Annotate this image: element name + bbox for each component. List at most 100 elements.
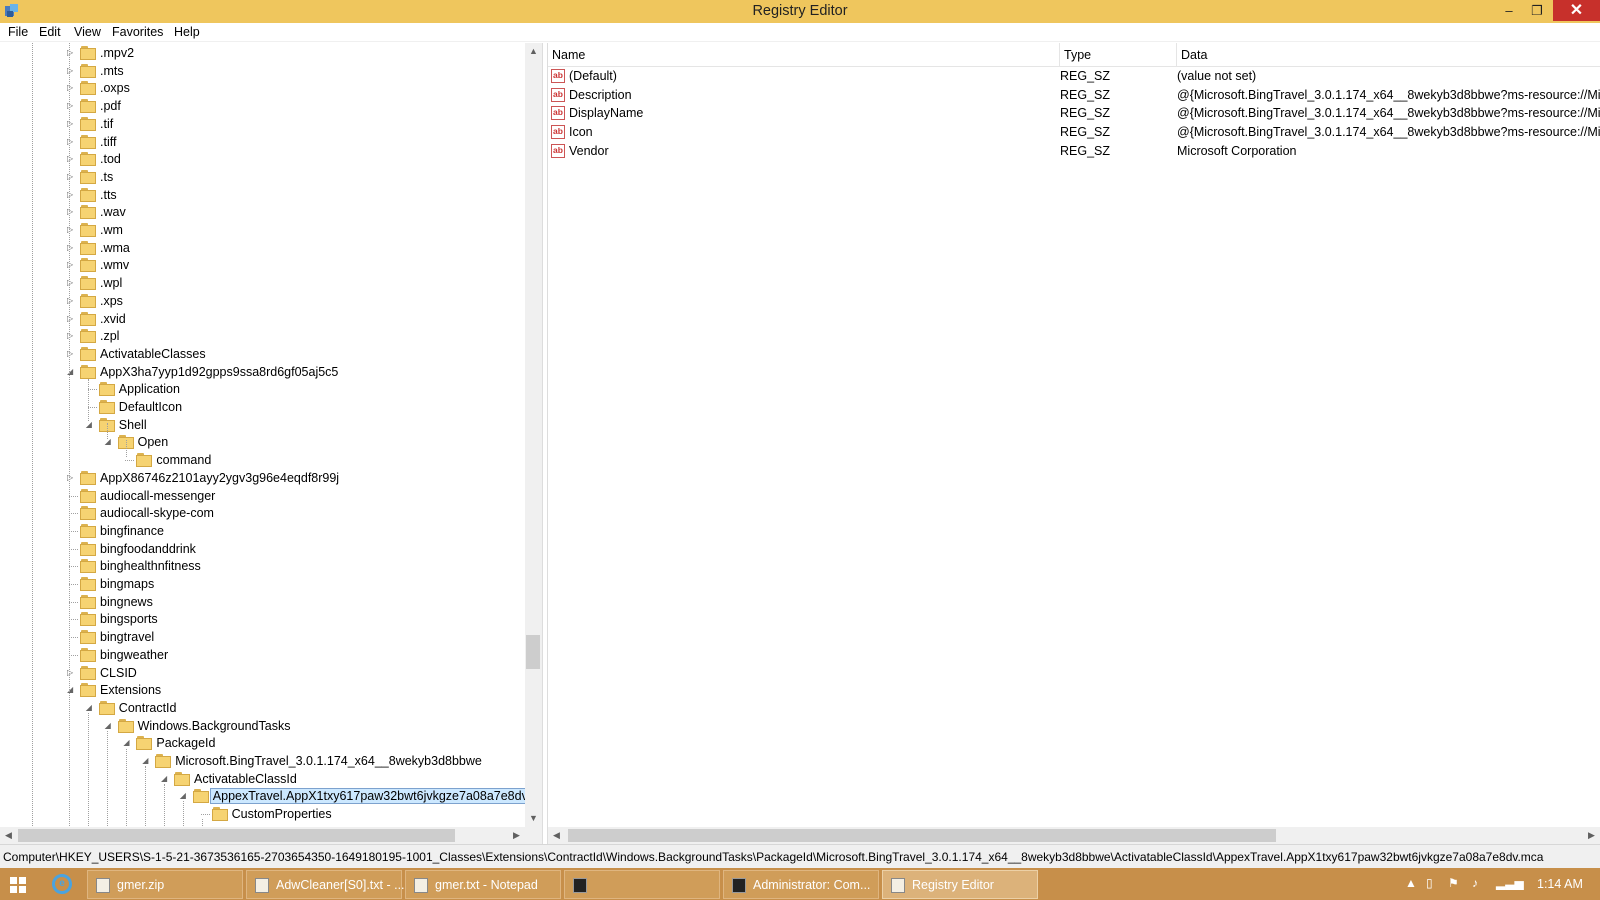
tree-node-label[interactable]: .oxps (98, 81, 132, 95)
taskbar-button[interactable]: Administrator: Com... (723, 870, 879, 899)
tree-node-label[interactable]: DefaultIcon (117, 400, 184, 414)
tree-node[interactable]: ▷ AppX86746z2101ayy2ygv3g96e4eqdf8r99j (0, 470, 525, 488)
tree-node[interactable]: CustomProperties (0, 806, 525, 824)
tree-node-label[interactable]: .mts (98, 64, 126, 78)
tree-node[interactable]: bingmaps (0, 576, 525, 594)
tree-node[interactable]: ◢ AppexTravel.AppX1txy617paw32bwt6jvkgze7… (0, 788, 542, 806)
tree-node[interactable]: ▷ ActivatableClasses (0, 346, 525, 364)
tree-node[interactable]: ▷ .tts (0, 187, 525, 205)
tree-node[interactable]: ▷ .wmv (0, 257, 525, 275)
tree-node[interactable]: ◢ ContractId (0, 700, 525, 718)
scroll-up-arrow-icon[interactable]: ▲ (525, 43, 542, 60)
collapse-arrow-icon[interactable]: ◢ (123, 739, 131, 747)
collapse-arrow-icon[interactable]: ◢ (105, 721, 113, 730)
taskbar-button[interactable]: gmer.zip (87, 870, 243, 899)
collapse-arrow-icon[interactable]: ◢ (180, 792, 188, 800)
tree-node[interactable]: audiocall-skype-com (0, 505, 525, 523)
tree-node-label[interactable]: CLSID (98, 666, 139, 680)
tree-node[interactable]: ▷ .mpv2 (0, 45, 525, 63)
tree-node[interactable]: audiocall-messenger (0, 488, 525, 506)
menu-view[interactable]: View (74, 25, 101, 39)
tree-node[interactable]: ▷ .mts (0, 63, 525, 81)
tree-node-label[interactable]: .tif (98, 117, 115, 131)
taskbar-button[interactable]: Registry Editor (882, 870, 1038, 899)
tree-node-label[interactable]: bingweather (98, 648, 170, 662)
tree-node[interactable]: ◢ Microsoft.BingTravel_3.0.1.174_x64__8we… (0, 753, 525, 771)
value-row[interactable]: ab DisplayName REG_SZ @{Microsoft.BingTrave… (548, 104, 1600, 123)
tree-vertical-scrollbar[interactable]: ▲ ▼ (525, 43, 542, 827)
tree-node-label[interactable]: ContractId (117, 701, 179, 715)
tree-node[interactable]: ◢ ActivatableClassId (0, 771, 525, 789)
tree-node-label[interactable]: .pdf (98, 99, 123, 113)
tree-node-label[interactable]: bingfinance (98, 524, 166, 538)
tree-node[interactable]: ◢ AppX3ha7yyp1d92gpps9ssa8rd6gf05aj5c5 (0, 364, 525, 382)
tree-node-label[interactable]: .zpl (98, 329, 121, 343)
tree-node[interactable]: DefaultIcon (0, 399, 525, 417)
tree-hscroll-thumb[interactable] (18, 829, 455, 842)
tree-vscroll-thumb[interactable] (526, 635, 540, 669)
tree-node-label[interactable]: .xvid (98, 312, 128, 326)
tree-node-label[interactable]: audiocall-skype-com (98, 506, 216, 520)
device-icon[interactable]: ▯ (1426, 876, 1433, 890)
column-type[interactable]: Type (1060, 43, 1177, 67)
tree-node[interactable]: ▷ .ts (0, 169, 525, 187)
menu-help[interactable]: Help (174, 25, 200, 39)
collapse-arrow-icon[interactable]: ◢ (86, 703, 94, 712)
collapse-arrow-icon[interactable]: ◢ (161, 774, 169, 783)
tree-node-label[interactable]: bingmaps (98, 577, 156, 591)
tree-node-label[interactable]: ActivatableClassId (192, 772, 299, 786)
tree-node[interactable]: Application (0, 381, 525, 399)
tree-node[interactable]: ▷ .pdf (0, 98, 525, 116)
tree-node[interactable]: ▷ .wpl (0, 275, 525, 293)
tree-node-label[interactable]: command (154, 453, 213, 467)
close-button[interactable]: ✕ (1553, 0, 1600, 21)
tree-node-label[interactable]: .wma (98, 241, 132, 255)
tree-node[interactable]: bingtravel (0, 629, 525, 647)
scroll-left-arrow-icon[interactable]: ◀ (0, 827, 17, 844)
tree-node-label[interactable]: binghealthnfitness (98, 559, 203, 573)
taskbar-button[interactable]: gmer.txt - Notepad (405, 870, 561, 899)
key-tree[interactable]: ▷ .mpv2 ▷ .mts ▷ .oxps ▷ .pdf ▷ .tif ▷ .tiff ▷ .tod ▷.… (0, 43, 543, 844)
tree-node[interactable]: ◢ Shell (0, 417, 525, 435)
tree-node[interactable]: ◢ Windows.BackgroundTasks (0, 718, 525, 736)
tree-node-label[interactable]: Application (117, 382, 182, 396)
tree-node-label[interactable]: Shell (117, 418, 149, 432)
action-center-icon[interactable]: ⚑ (1448, 876, 1459, 890)
tree-node-label[interactable]: PackageId (154, 736, 217, 750)
tree-node[interactable]: bingsports (0, 611, 525, 629)
tree-node-label[interactable]: .wmv (98, 258, 131, 272)
tree-node-label[interactable]: AppexTravel.AppX1txy617paw32bwt6jvkgze7a… (209, 788, 542, 805)
list-hscroll-thumb[interactable] (568, 829, 1276, 842)
tree-node[interactable]: ▷ CLSID (0, 665, 525, 683)
tree-node-label[interactable]: AppX3ha7yyp1d92gpps9ssa8rd6gf05aj5c5 (98, 365, 340, 379)
tree-node-label[interactable]: AppX86746z2101ayy2ygv3g96e4eqdf8r99j (98, 471, 341, 485)
tree-node-label[interactable]: ActivatableClasses (98, 347, 208, 361)
value-row[interactable]: ab Icon REG_SZ @{Microsoft.BingTravel_3.0.1… (548, 123, 1600, 142)
scroll-right-arrow-icon[interactable]: ▶ (1583, 827, 1600, 844)
tree-node[interactable]: bingnews (0, 594, 525, 612)
tree-node[interactable]: ◢ PackageId (0, 735, 525, 753)
tree-node[interactable]: command (0, 452, 525, 470)
value-row[interactable]: ab (Default) REG_SZ (value not set) (548, 67, 1600, 86)
tree-node[interactable]: ▷ .wav (0, 204, 525, 222)
tree-node[interactable]: bingweather (0, 647, 525, 665)
tree-node[interactable]: ▷ .xvid (0, 311, 525, 329)
tree-node[interactable]: ▷ .oxps (0, 80, 525, 98)
tree-node[interactable]: ▷ .wma (0, 240, 525, 258)
internet-explorer-icon[interactable]: e (52, 874, 72, 894)
tree-node[interactable]: ▷ .xps (0, 293, 525, 311)
value-row[interactable]: ab Description REG_SZ @{Microsoft.BingTrave… (548, 86, 1600, 105)
tree-node-label[interactable]: .xps (98, 294, 125, 308)
tree-node[interactable]: ◢ Extensions (0, 682, 525, 700)
tree-node-label[interactable]: .wav (98, 205, 128, 219)
tree-node[interactable]: bingfoodanddrink (0, 541, 525, 559)
tree-node[interactable]: ▷ .wm (0, 222, 525, 240)
tree-node-label[interactable]: .tod (98, 152, 123, 166)
volume-icon[interactable]: ♪ (1472, 876, 1478, 890)
collapse-arrow-icon[interactable]: ◢ (142, 757, 150, 765)
menu-edit[interactable]: Edit (39, 25, 61, 39)
taskbar-button[interactable] (564, 870, 720, 899)
column-data[interactable]: Data (1177, 43, 1600, 67)
menu-favorites[interactable]: Favorites (112, 25, 163, 39)
clock[interactable]: 1:14 AM (1537, 877, 1583, 891)
